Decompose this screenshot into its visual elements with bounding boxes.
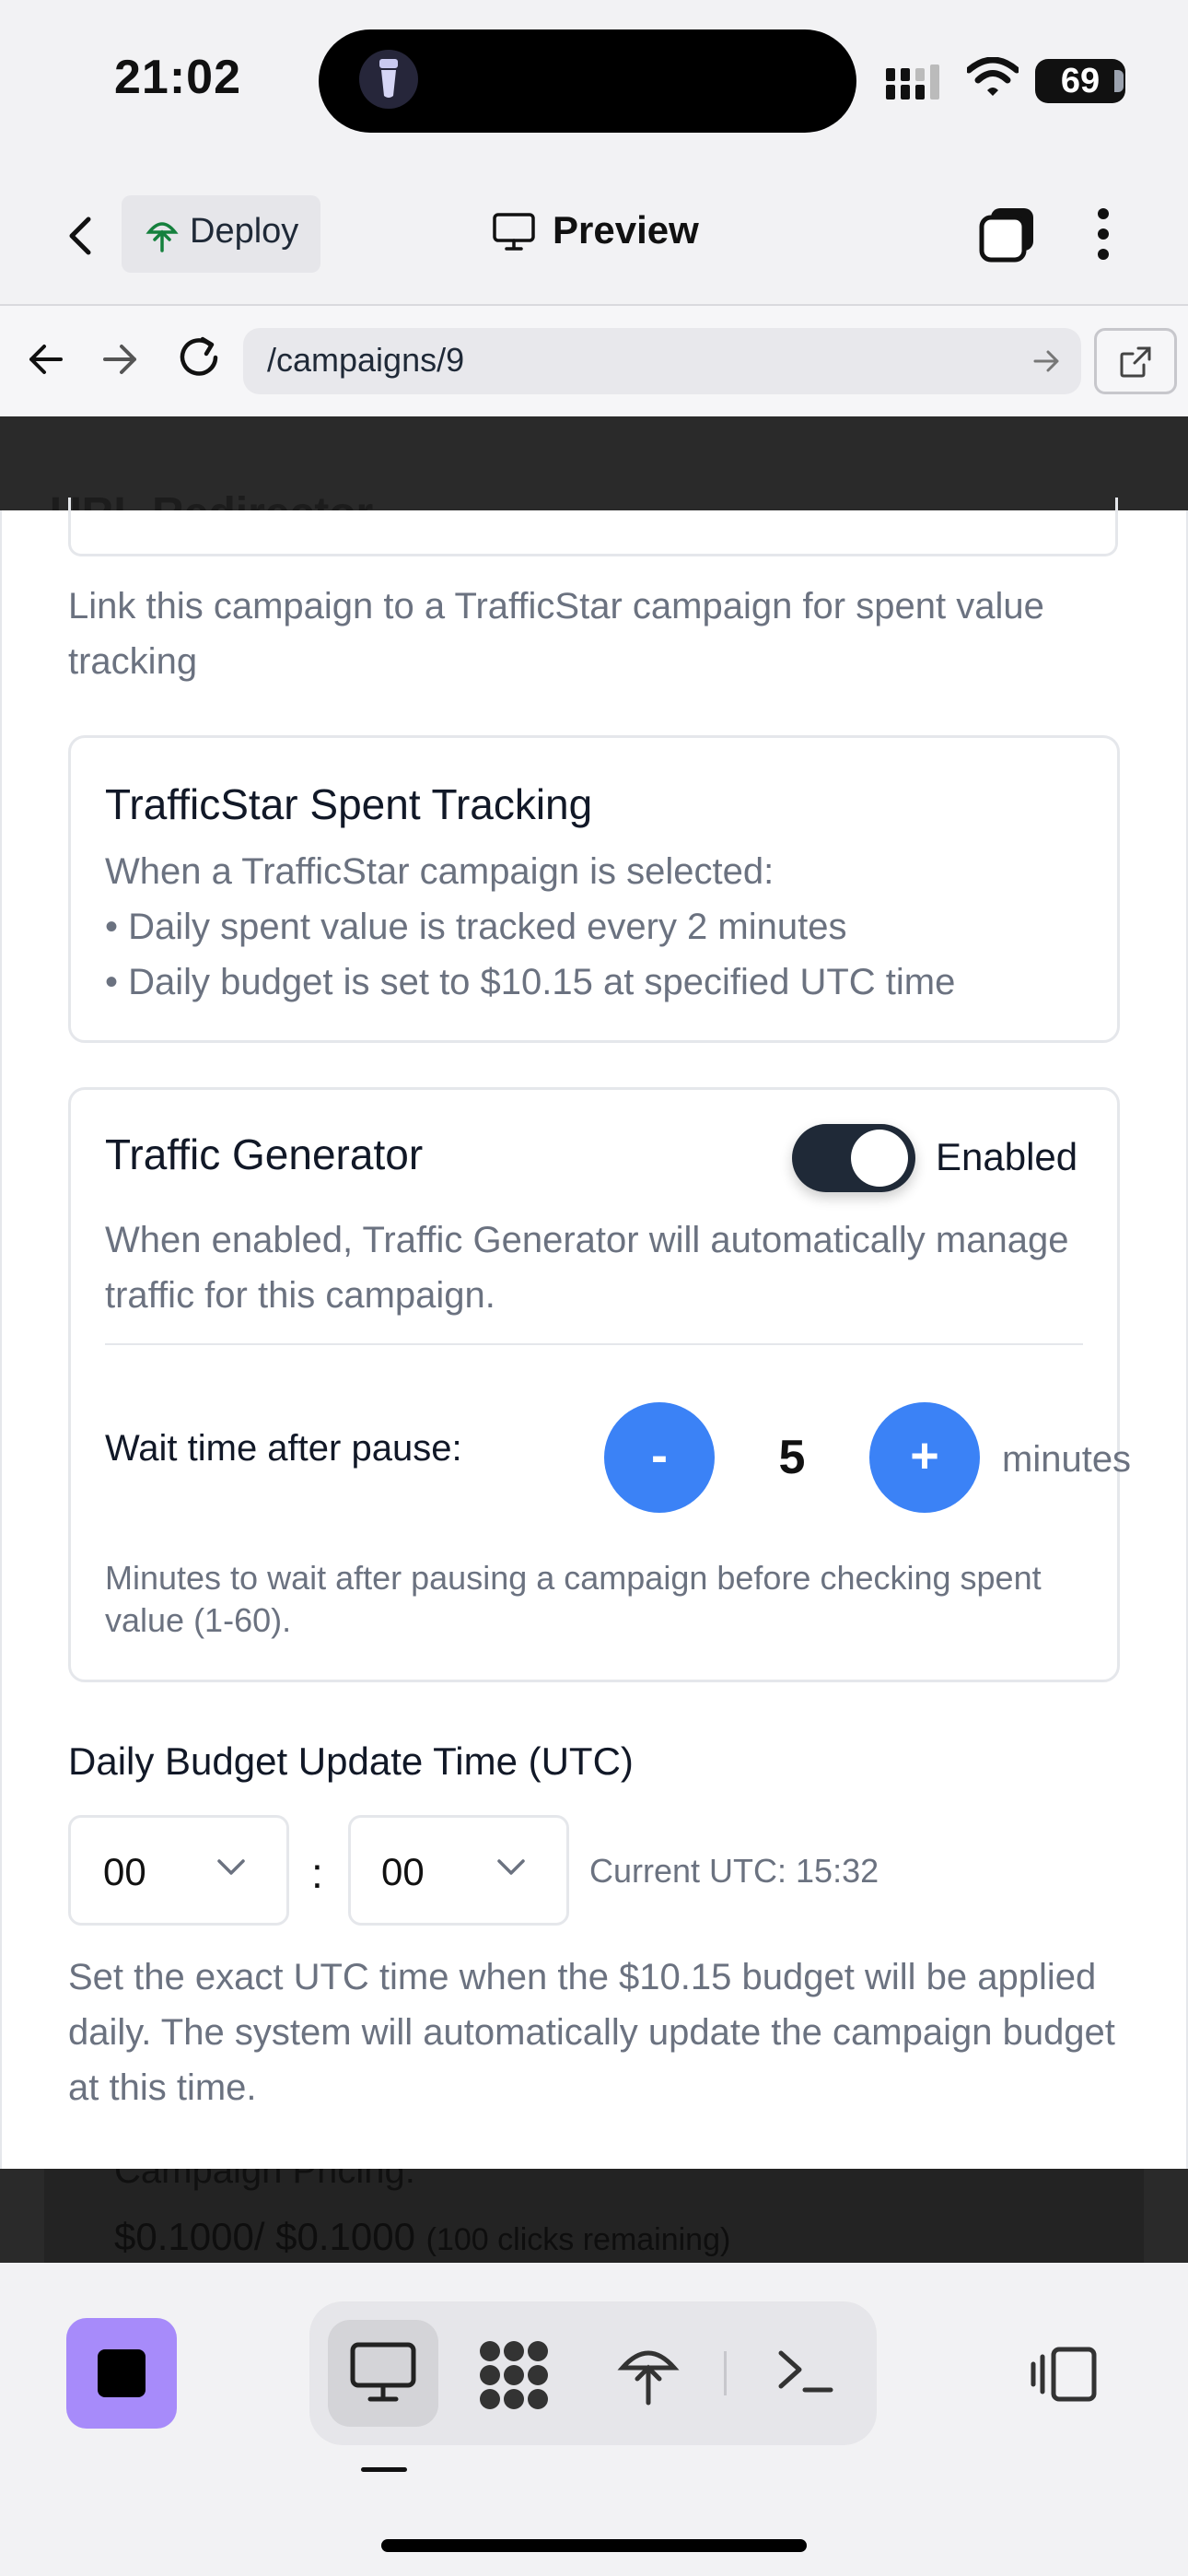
decrement-button[interactable]: - [604,1402,715,1513]
external-link-icon [1118,345,1153,384]
time-separator: : [311,1849,323,1897]
status-time: 21:02 [114,51,241,104]
more-vertical-icon[interactable] [1092,205,1114,268]
current-utc-time: Current UTC: 15:32 [589,1852,879,1890]
hour-value: 00 [103,1850,146,1893]
chevron-left-icon[interactable] [53,208,109,263]
tracking-line: • Daily budget is set to $10.15 at speci… [105,962,956,1002]
tabs-icon[interactable] [978,205,1037,268]
stop-icon [98,2349,146,2397]
battery-tip [1114,70,1124,92]
panel-icon[interactable] [1030,2346,1098,2407]
url-text: /campaigns/9 [267,341,465,379]
battery-icon: 69 [1035,59,1125,103]
trafficstar-campaign-select[interactable] [68,498,1118,556]
deploy-label: Deploy [190,212,299,251]
toolbar-separator [724,2351,727,2395]
toggle-label: Enabled [936,1135,1078,1178]
traffic-generator-description: When enabled, Traffic Generator will aut… [105,1220,1069,1316]
home-indicator[interactable] [381,2539,807,2552]
wait-time-label: Wait time after pause: [105,1428,462,1469]
cellular-signal-icon [886,64,954,104]
tracking-line: • Daily spent value is tracked every 2 m… [105,907,847,947]
hour-select[interactable] [68,1815,289,1926]
minute-value: 00 [381,1850,425,1893]
deploy-icon[interactable] [617,2336,680,2411]
wait-time-value: 5 [778,1431,806,1484]
chevron-down-icon [215,1857,247,1882]
wait-time-unit: minutes [1002,1439,1132,1480]
terminal-icon[interactable] [775,2348,834,2400]
spent-tracking-description: When a TrafficStar campaign is selected:… [105,844,955,1010]
go-arrow-icon[interactable] [1030,345,1063,382]
preview-title: Preview [553,208,699,252]
monitor-icon [348,2340,418,2409]
background-pricing-value: $0.1000/ $0.1000 (100 clicks remaining) [114,2215,730,2259]
pricing-amount: $0.1000/ $0.1000 [114,2215,415,2258]
divider [105,1343,1083,1345]
chevron-down-icon [495,1857,527,1882]
increment-button[interactable]: + [869,1402,980,1513]
budget-time-label: Daily Budget Update Time (UTC) [68,1739,634,1783]
active-tab-indicator [361,2467,407,2472]
arrow-left-icon[interactable] [24,337,68,386]
spent-tracking-title: TrafficStar Spent Tracking [105,780,593,828]
trafficstar-link-help: Link this campaign to a TrafficStar camp… [68,586,1044,682]
pricing-note: (100 clicks remaining) [425,2222,731,2257]
toggle-knob [851,1130,908,1187]
arrow-right-icon[interactable] [98,337,142,386]
budget-time-help: Set the exact UTC time when the $10.15 b… [68,1957,1115,2108]
apps-icon[interactable] [477,2338,551,2417]
flashlight-icon [359,50,418,109]
reload-icon[interactable] [175,334,223,386]
deploy-icon [146,216,179,257]
monitor-icon [492,212,536,255]
wait-time-help: Minutes to wait after pausing a campaign… [105,1559,1042,1639]
wifi-icon [965,56,1020,102]
tracking-line: When a TrafficStar campaign is selected: [105,851,775,892]
traffic-generator-title: Traffic Generator [105,1130,424,1178]
